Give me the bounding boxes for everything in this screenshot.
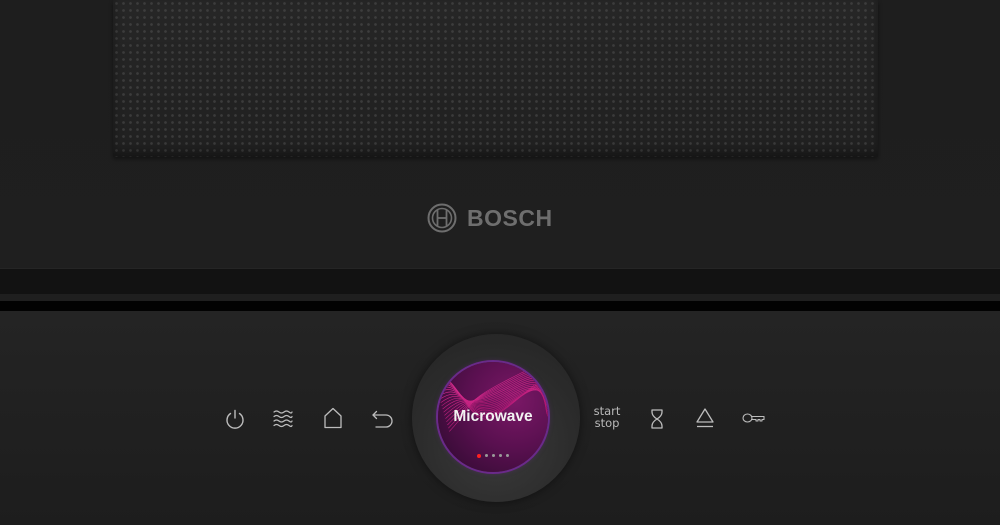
child-lock-button[interactable]: [741, 406, 767, 432]
door-open-button[interactable]: [692, 405, 718, 431]
page-dot: [506, 454, 509, 457]
page-dot-active: [477, 453, 481, 458]
stop-label: stop: [594, 416, 620, 430]
oven-door: BOSCH: [0, 0, 1000, 268]
page-dot: [485, 454, 488, 457]
start-stop-button[interactable]: start stop: [589, 405, 625, 429]
door-window-mesh: [113, 0, 878, 157]
page-dot: [499, 454, 502, 457]
brand-logo: BOSCH: [427, 202, 553, 234]
key-icon: [742, 413, 765, 423]
mode-display[interactable]: Microwave: [438, 362, 548, 472]
power-button[interactable]: [222, 406, 248, 432]
home-icon: [324, 407, 342, 429]
power-icon: [226, 409, 244, 429]
mode-label: Microwave: [453, 408, 533, 425]
timer-button[interactable]: [644, 406, 670, 432]
page-indicator: [438, 453, 548, 458]
brand-name: BOSCH: [467, 204, 553, 231]
page-dot: [492, 454, 495, 457]
home-button[interactable]: [320, 405, 346, 431]
back-button[interactable]: [369, 406, 395, 432]
back-arrow-icon: [372, 410, 393, 428]
bosch-armature-icon: [427, 203, 457, 233]
waves-icon: [273, 410, 293, 428]
door-bottom-edge: [0, 268, 1000, 295]
eject-icon: [696, 408, 714, 428]
panel-gap: [0, 301, 1000, 311]
microwave-mode-button[interactable]: [270, 406, 296, 432]
hourglass-icon: [651, 409, 663, 429]
